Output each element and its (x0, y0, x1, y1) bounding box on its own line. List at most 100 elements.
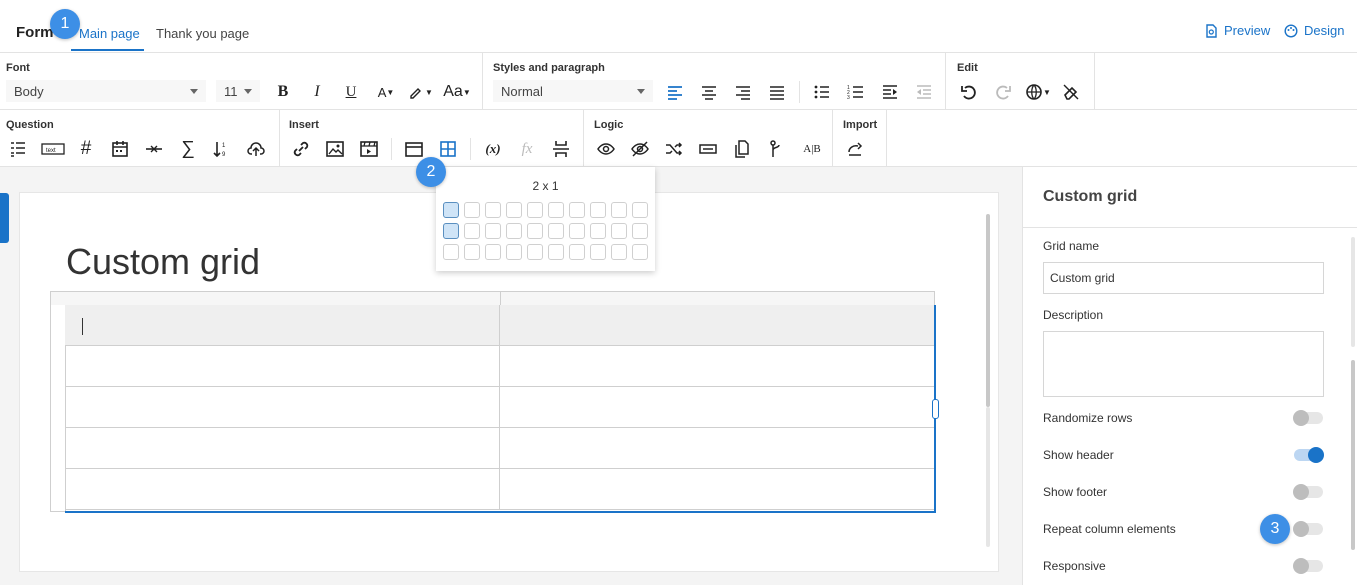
table-size-cell[interactable] (611, 244, 627, 260)
table-size-cell[interactable] (611, 202, 627, 218)
table-size-cell[interactable] (569, 244, 585, 260)
hidden-field-button[interactable] (696, 139, 720, 159)
ab-split-button[interactable]: A|B (798, 139, 826, 159)
insert-page-break-button[interactable] (549, 139, 573, 159)
grid-cell[interactable] (500, 346, 934, 386)
tab-thank-you-page[interactable]: Thank you page (156, 26, 249, 41)
paragraph-style-select[interactable]: Normal (493, 80, 653, 102)
table-size-cell[interactable] (548, 223, 564, 239)
table-size-cell[interactable] (464, 202, 480, 218)
highlight-button[interactable]: ▼ (407, 82, 433, 102)
table-size-cell[interactable] (485, 202, 501, 218)
undo-button[interactable] (957, 82, 981, 102)
font-size-select[interactable]: 11 (216, 80, 260, 102)
panel-scrollbar-thumb[interactable] (1351, 360, 1355, 550)
table-size-cell[interactable] (632, 223, 648, 239)
align-left-button[interactable] (663, 82, 687, 102)
canvas-scrollbar-track[interactable] (986, 407, 990, 547)
table-size-cell[interactable] (527, 202, 543, 218)
show-logic-button[interactable] (594, 139, 618, 159)
copy-logic-button[interactable] (730, 139, 754, 159)
grid-cell[interactable] (500, 428, 934, 468)
insert-grid-button[interactable] (436, 139, 460, 159)
table-size-cell[interactable] (590, 223, 606, 239)
branch-logic-button[interactable] (662, 139, 686, 159)
table-size-cell[interactable] (443, 244, 459, 260)
tab-main-page[interactable]: Main page (79, 26, 140, 41)
table-size-cell[interactable] (611, 223, 627, 239)
insert-variable-button[interactable]: (x) (481, 139, 505, 159)
design-button[interactable]: Design (1284, 23, 1344, 38)
table-size-cell[interactable] (569, 223, 585, 239)
insert-video-button[interactable] (357, 139, 381, 159)
clear-format-button[interactable] (1059, 82, 1083, 102)
text-question-button[interactable]: text (40, 139, 66, 159)
ranking-question-button[interactable]: 19 (210, 139, 234, 159)
table-size-cell[interactable] (464, 244, 480, 260)
responsive-toggle[interactable] (1293, 558, 1323, 574)
grid-cell[interactable] (65, 346, 500, 386)
grid-cell[interactable] (500, 387, 934, 427)
panel-scrollbar-track[interactable] (1351, 237, 1355, 347)
table-size-cell[interactable] (485, 223, 501, 239)
table-size-cell[interactable] (632, 202, 648, 218)
table-size-cell[interactable] (548, 244, 564, 260)
table-size-cell[interactable] (590, 244, 606, 260)
grid-cell[interactable] (500, 469, 934, 509)
randomize-rows-toggle[interactable] (1293, 410, 1323, 426)
language-button[interactable]: ▼ (1024, 82, 1052, 102)
align-center-button[interactable] (697, 82, 721, 102)
description-textarea[interactable] (1043, 331, 1324, 397)
insert-link-button[interactable] (289, 139, 313, 159)
date-question-button[interactable] (108, 139, 132, 159)
table-size-cell[interactable] (506, 244, 522, 260)
grid-cell[interactable] (65, 428, 500, 468)
underline-button[interactable]: U (339, 82, 363, 102)
indent-button[interactable] (878, 82, 902, 102)
insert-function-button[interactable]: fx (515, 139, 539, 159)
italic-button[interactable]: I (305, 82, 329, 102)
table-size-cell[interactable] (590, 202, 606, 218)
numbered-list-button[interactable]: 123 (844, 82, 868, 102)
align-justify-button[interactable] (765, 82, 789, 102)
table-size-cell[interactable] (443, 223, 459, 239)
font-color-button[interactable]: A ▼ (373, 82, 399, 102)
table-size-cell[interactable] (443, 202, 459, 218)
grid-cell[interactable] (65, 305, 500, 345)
table-size-cell[interactable] (464, 223, 480, 239)
grid-resize-handle[interactable] (932, 399, 939, 419)
canvas-scrollbar-thumb[interactable] (986, 214, 990, 407)
grid-cell[interactable] (65, 387, 500, 427)
repeat-column-elements-toggle[interactable] (1293, 521, 1323, 537)
upload-question-button[interactable] (244, 139, 268, 159)
table-size-cell[interactable] (506, 223, 522, 239)
route-logic-button[interactable] (764, 139, 788, 159)
preview-button[interactable]: Preview (1205, 23, 1270, 38)
table-size-cell[interactable] (506, 202, 522, 218)
redo-button[interactable] (991, 82, 1015, 102)
grid-title[interactable]: Custom grid (66, 241, 260, 283)
show-footer-toggle[interactable] (1293, 484, 1323, 500)
bold-button[interactable]: B (271, 82, 295, 102)
number-question-button[interactable]: # (74, 138, 98, 159)
font-style-select[interactable]: Body (6, 80, 206, 102)
slider-question-button[interactable] (142, 139, 166, 159)
side-collapse-tab[interactable] (0, 193, 9, 243)
show-header-toggle[interactable] (1294, 447, 1324, 463)
table-size-cell[interactable] (548, 202, 564, 218)
hide-logic-button[interactable] (628, 139, 652, 159)
align-right-button[interactable] (731, 82, 755, 102)
bullet-list-button[interactable] (810, 82, 834, 102)
table-size-cell[interactable] (485, 244, 501, 260)
table-size-cell[interactable] (632, 244, 648, 260)
table-size-cell[interactable] (527, 223, 543, 239)
choice-question-button[interactable] (6, 139, 30, 159)
grid-cell[interactable] (500, 305, 934, 345)
insert-image-button[interactable] (323, 139, 347, 159)
text-case-button[interactable]: Aa ▼ (441, 82, 473, 102)
table-size-cell[interactable] (527, 244, 543, 260)
formula-question-button[interactable]: ∑ (176, 138, 200, 159)
grid-name-input[interactable]: Custom grid (1043, 262, 1324, 294)
grid-cell[interactable] (65, 469, 500, 509)
table-size-cell[interactable] (569, 202, 585, 218)
